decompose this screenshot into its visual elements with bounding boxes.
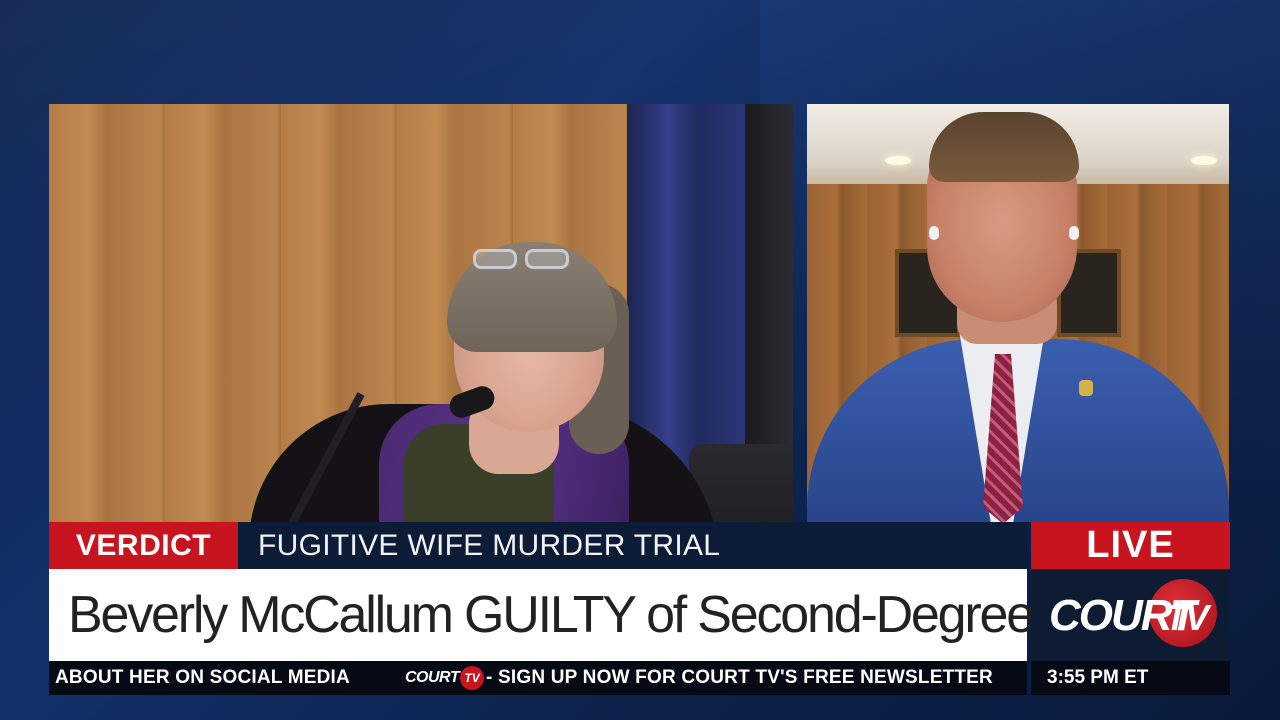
ceiling-light bbox=[1191, 156, 1217, 165]
ticker-logo-court: COURT bbox=[405, 669, 460, 686]
live-badge: LIVE bbox=[1031, 522, 1230, 569]
broadcast-clock: 3:55 PM ET bbox=[1031, 661, 1230, 695]
glasses-icon bbox=[469, 249, 573, 271]
video-feed-commentator bbox=[807, 104, 1229, 522]
ticker-segment: - SIGN UP NOW FOR COURT TV'S FREE NEWSLE… bbox=[486, 667, 993, 688]
verdict-tag: VERDICT bbox=[49, 522, 238, 569]
news-ticker: ABOUT HER ON SOCIAL MEDIA COURT TV - SIG… bbox=[49, 661, 1027, 695]
commentator-hair bbox=[929, 112, 1079, 182]
topic-title: FUGITIVE WIFE MURDER TRIAL bbox=[258, 528, 721, 562]
ticker-logo-tv: TV bbox=[460, 666, 485, 690]
court-tv-logo: COURT TV bbox=[1031, 569, 1230, 661]
lapel-pin-icon bbox=[1079, 380, 1093, 396]
logo-tv-text: TV bbox=[1165, 597, 1209, 638]
earbud-icon bbox=[929, 226, 939, 240]
headline: Beverly McCallum GUILTY of Second-Degree… bbox=[68, 586, 1199, 644]
video-feed-courtroom bbox=[49, 104, 793, 522]
ticker-segment: ABOUT HER ON SOCIAL MEDIA bbox=[55, 667, 350, 688]
earbud-icon bbox=[1069, 226, 1079, 240]
ticker-logo: COURT TV bbox=[405, 664, 485, 692]
ceiling-light bbox=[885, 156, 911, 165]
